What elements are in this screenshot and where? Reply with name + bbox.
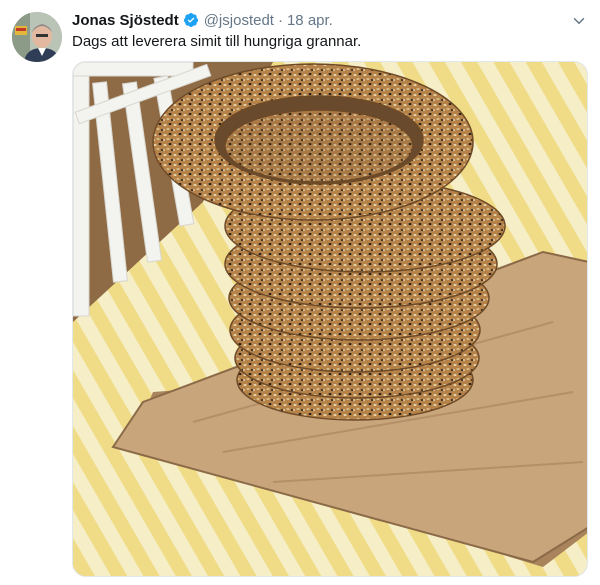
avatar[interactable] — [12, 12, 62, 62]
tweet-photo[interactable] — [72, 61, 588, 577]
verified-badge-icon — [183, 13, 198, 27]
separator-dot: · — [277, 11, 283, 29]
author-name[interactable]: Jonas Sjöstedt — [72, 12, 179, 29]
tweet-date[interactable]: 18 apr. — [287, 12, 333, 29]
tweet-text: Dags att leverera simit till hungriga gr… — [72, 33, 362, 50]
chevron-down-icon[interactable] — [570, 12, 588, 30]
author-handle[interactable]: @jsjostedt — [204, 12, 274, 29]
tweet: Jonas Sjöstedt @jsjostedt · 18 apr. Dags… — [0, 0, 600, 585]
avatar-image — [12, 12, 62, 62]
simit-photo — [73, 62, 587, 576]
tweet-header: Jonas Sjöstedt @jsjostedt · 18 apr. — [72, 10, 333, 30]
